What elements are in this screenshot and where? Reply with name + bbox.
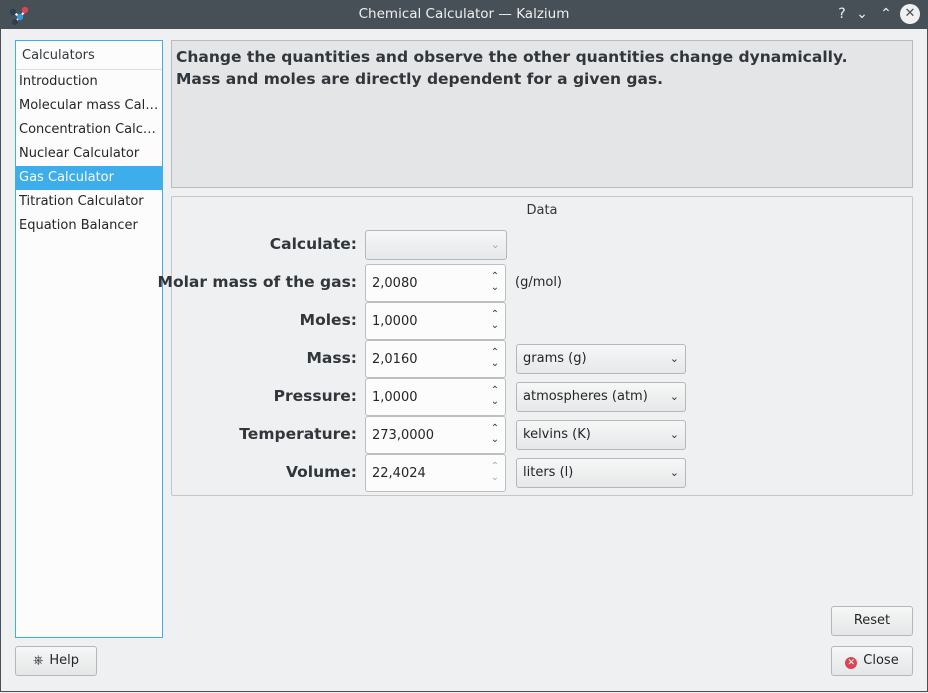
spin-arrows-icon[interactable]: ⌃ ⌄: [489, 461, 501, 485]
data-group-title: Data: [526, 203, 558, 218]
mass-unit-value: grams (g): [523, 351, 587, 366]
spin-arrows-icon[interactable]: ⌃ ⌄: [489, 309, 501, 333]
spin-arrows-icon[interactable]: ⌃ ⌄: [489, 385, 501, 409]
sidebar-item-gas[interactable]: Gas Calculator: [16, 166, 162, 190]
temperature-spinbox[interactable]: 273,0000 ⌃ ⌄: [365, 416, 506, 454]
help-icon[interactable]: ?: [832, 4, 852, 24]
data-group: Data Calculate: ⌄ Molar mass of the gas:…: [158, 196, 913, 496]
molar-mass-value: 2,0080: [372, 276, 418, 291]
maximize-icon[interactable]: ⌃: [876, 4, 896, 24]
chevron-down-icon: ⌄: [669, 428, 679, 441]
mass-unit-select[interactable]: grams (g) ⌄: [516, 344, 686, 374]
temperature-value: 273,0000: [372, 428, 435, 443]
spin-arrows-icon[interactable]: ⌃ ⌄: [489, 423, 501, 447]
close-window-icon[interactable]: ✕: [900, 4, 920, 24]
volume-value: 22,4024: [372, 466, 426, 481]
close-button[interactable]: ✕ Close: [831, 646, 913, 676]
calculator-list-header: Calculators: [16, 41, 162, 70]
mass-value: 2,0160: [372, 352, 418, 367]
temperature-unit-select[interactable]: kelvins (K) ⌄: [516, 420, 686, 450]
sidebar-item-concentration[interactable]: Concentration Calcul...: [16, 118, 162, 142]
volume-spinbox[interactable]: 22,4024 ⌃ ⌄: [365, 454, 506, 492]
molar-mass-unit: (g/mol): [515, 275, 563, 290]
sidebar-item-nuclear[interactable]: Nuclear Calculator: [16, 142, 162, 166]
close-icon: ✕: [845, 657, 858, 669]
temperature-unit-value: kelvins (K): [523, 427, 591, 442]
window-title: Chemical Calculator — Kalzium: [358, 6, 570, 22]
sidebar-item-titration[interactable]: Titration Calculator: [16, 190, 162, 214]
chevron-down-icon: ⌄: [490, 238, 500, 251]
sidebar-item-molecular-mass[interactable]: Molecular mass Calc...: [16, 94, 162, 118]
chevron-down-icon: ⌄: [669, 466, 679, 479]
volume-unit-select[interactable]: liters (l) ⌄: [516, 458, 686, 488]
mass-label: Mass:: [306, 349, 357, 367]
spin-arrows-icon[interactable]: ⌃ ⌄: [489, 347, 501, 371]
pressure-label: Pressure:: [273, 387, 357, 405]
info-line-1: Change the quantities and observe the ot…: [176, 48, 848, 66]
pressure-unit-select[interactable]: atmospheres (atm) ⌄: [516, 382, 686, 412]
help-button[interactable]: ⎈ Help: [15, 646, 97, 676]
calculate-select[interactable]: ⌄: [365, 230, 507, 260]
moles-spinbox[interactable]: 1,0000 ⌃ ⌄: [365, 302, 506, 340]
help-button-label: Help: [49, 653, 80, 668]
chevron-down-icon: ⌄: [669, 352, 679, 365]
spin-arrows-icon[interactable]: ⌃ ⌄: [489, 271, 501, 295]
molar-mass-label: Molar mass of the gas:: [157, 273, 357, 291]
calculator-list[interactable]: Calculators Introduction Molecular mass …: [15, 40, 163, 638]
volume-label: Volume:: [285, 463, 357, 481]
info-line-2: Mass and moles are directly dependent fo…: [176, 70, 664, 88]
title-bar: Chemical Calculator — Kalzium ? ⌄ ⌃ ✕: [0, 0, 928, 29]
calculate-label: Calculate:: [269, 235, 357, 253]
close-button-label: Close: [863, 653, 899, 668]
sidebar-item-introduction[interactable]: Introduction: [16, 70, 162, 94]
reset-button[interactable]: Reset: [831, 606, 913, 636]
pressure-spinbox[interactable]: 1,0000 ⌃ ⌄: [365, 378, 506, 416]
molar-mass-spinbox[interactable]: 2,0080 ⌃ ⌄: [365, 264, 506, 302]
pressure-value: 1,0000: [372, 390, 418, 405]
minimize-icon[interactable]: ⌄: [852, 4, 872, 24]
moles-value: 1,0000: [372, 314, 418, 329]
reset-button-label: Reset: [853, 613, 891, 628]
mass-spinbox[interactable]: 2,0160 ⌃ ⌄: [365, 340, 506, 378]
temperature-label: Temperature:: [239, 425, 357, 443]
moles-label: Moles:: [299, 311, 357, 329]
lifebuoy-icon: ⎈: [32, 653, 44, 668]
chevron-down-icon: ⌄: [669, 390, 679, 403]
volume-unit-value: liters (l): [523, 465, 574, 480]
pressure-unit-value: atmospheres (atm): [523, 389, 648, 404]
info-panel: Change the quantities and observe the ot…: [171, 40, 913, 188]
